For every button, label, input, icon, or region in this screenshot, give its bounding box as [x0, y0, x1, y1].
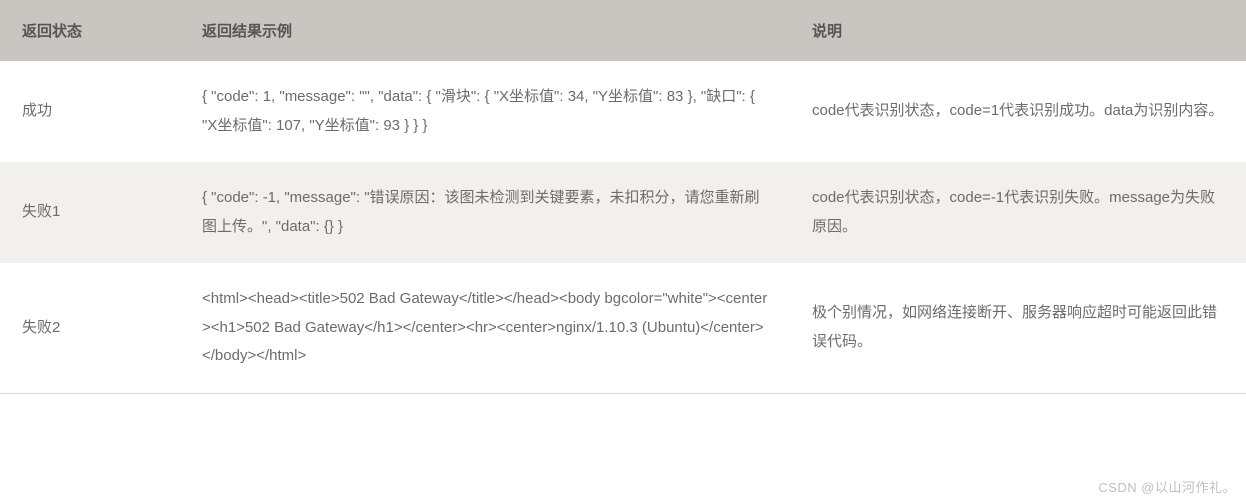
table-row: 成功 { "code": 1, "message": "", "data": {…	[0, 61, 1246, 162]
watermark-text: CSDN @以山河作礼。	[1098, 477, 1236, 496]
cell-description: code代表识别状态，code=-1代表识别失败。message为失败原因。	[790, 162, 1246, 263]
header-description: 说明	[790, 0, 1246, 61]
response-table: 返回状态 返回结果示例 说明 成功 { "code": 1, "message"…	[0, 0, 1246, 394]
header-status: 返回状态	[0, 0, 180, 61]
cell-description: 极个别情况，如网络连接断开、服务器响应超时可能返回此错误代码。	[790, 263, 1246, 393]
cell-example: { "code": 1, "message": "", "data": { "滑…	[180, 61, 790, 162]
table-row: 失败1 { "code": -1, "message": "错误原因：该图未检测…	[0, 162, 1246, 263]
table-row: 失败2 <html><head><title>502 Bad Gateway</…	[0, 263, 1246, 393]
cell-example: <html><head><title>502 Bad Gateway</titl…	[180, 263, 790, 393]
cell-description: code代表识别状态，code=1代表识别成功。data为识别内容。	[790, 61, 1246, 162]
table-header-row: 返回状态 返回结果示例 说明	[0, 0, 1246, 61]
cell-example: { "code": -1, "message": "错误原因：该图未检测到关键要…	[180, 162, 790, 263]
cell-status: 失败2	[0, 263, 180, 393]
cell-status: 失败1	[0, 162, 180, 263]
cell-status: 成功	[0, 61, 180, 162]
header-example: 返回结果示例	[180, 0, 790, 61]
